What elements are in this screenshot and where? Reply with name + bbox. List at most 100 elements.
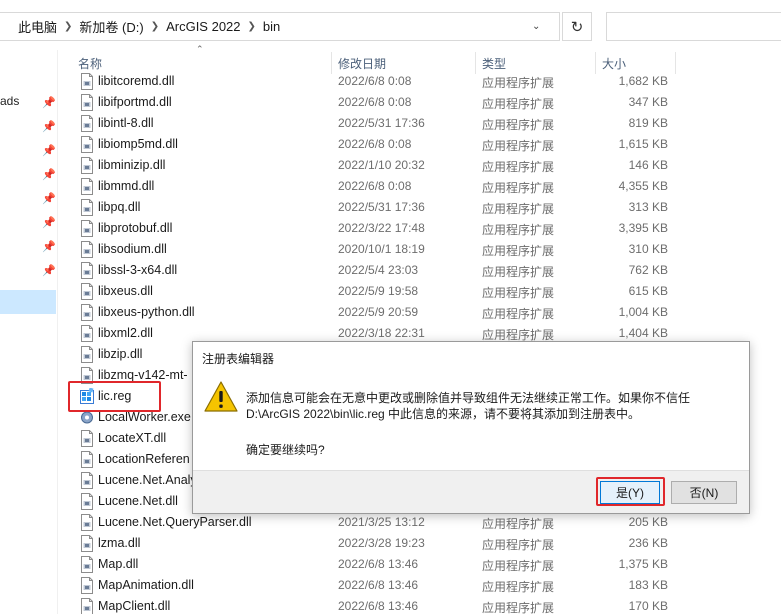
refresh-button[interactable]: ↻	[562, 12, 592, 41]
file-row[interactable]: libminizip.dll 2022/1/10 20:32 应用程序扩展 146 K…	[76, 155, 781, 176]
file-modified-date: 2021/3/25 13:12	[338, 515, 425, 529]
file-row[interactable]: Lucene.Net.QueryParser.dll 2021/3/25 13:1…	[76, 512, 781, 533]
dll-icon	[81, 178, 93, 195]
file-name: Lucene.Net.QueryParser.dll	[98, 515, 252, 529]
file-type: 应用程序扩展	[482, 118, 555, 132]
file-modified-date: 2022/6/8 0:08	[338, 137, 412, 151]
dll-icon	[81, 577, 93, 594]
file-name: libsodium.dll	[98, 242, 167, 256]
file-name: libitcoremd.dll	[98, 74, 175, 88]
file-size: 1,615 KB	[618, 137, 668, 151]
file-type: 应用程序扩展	[482, 160, 555, 174]
file-modified-date: 2022/6/8 0:08	[338, 95, 412, 109]
file-size: 236 KB	[628, 536, 668, 550]
nav-item-label[interactable]: ads	[0, 94, 19, 108]
file-name: libxeus-python.dll	[98, 305, 195, 319]
file-row[interactable]: libxeus.dll 2022/5/9 19:58 应用程序扩展 615 KB	[76, 281, 781, 302]
file-row[interactable]: libprotobuf.dll 2022/3/22 17:48 应用程序扩展 3,39…	[76, 218, 781, 239]
file-type: 应用程序扩展	[482, 559, 555, 573]
dialog-footer: 是(Y) 否(N)	[193, 470, 749, 513]
chevron-right-icon[interactable]: ❯	[64, 21, 72, 32]
chevron-right-icon[interactable]: ❯	[151, 21, 159, 32]
file-size: 1,404 KB	[618, 326, 668, 340]
file-type: 应用程序扩展	[482, 223, 555, 237]
file-name: libifportmd.dll	[98, 95, 172, 109]
dll-icon	[81, 262, 93, 279]
file-type: 应用程序扩展	[482, 580, 555, 594]
dll-icon	[81, 94, 93, 111]
dll-icon	[81, 73, 93, 90]
file-name: libzmq-v142-mt-	[98, 368, 188, 382]
pane-divider[interactable]	[57, 50, 58, 614]
pin-icon[interactable]: 📌	[42, 216, 56, 229]
file-modified-date: 2022/6/8 13:46	[338, 599, 419, 613]
dll-icon	[81, 241, 93, 258]
chevron-right-icon[interactable]: ❯	[248, 21, 256, 32]
file-type: 应用程序扩展	[482, 601, 555, 614]
file-name: Lucene.Net.dll	[98, 494, 178, 508]
file-row[interactable]: MapAnimation.dll 2022/6/8 13:46 应用程序扩展 183 …	[76, 575, 781, 596]
dialog-message-line2: D:\ArcGIS 2022\bin\lic.reg 中此信息的来源，请不要将其…	[246, 407, 641, 421]
file-size: 762 KB	[628, 263, 668, 277]
file-row[interactable]: libssl-3-x64.dll 2022/5/4 23:03 应用程序扩展 762 …	[76, 260, 781, 281]
file-size: 347 KB	[628, 95, 668, 109]
address-bar[interactable]: 此电脑 ❯ 新加卷 (D:) ❯ ArcGIS 2022 ❯ bin ⌄	[0, 12, 560, 41]
annotation-highlight-yes-button	[596, 477, 665, 506]
file-type: 应用程序扩展	[482, 307, 555, 321]
file-name: libxeus.dll	[98, 284, 153, 298]
file-row[interactable]: MapClient.dll 2022/6/8 13:46 应用程序扩展 170 KB	[76, 596, 781, 614]
file-row[interactable]: libiomp5md.dll 2022/6/8 0:08 应用程序扩展 1,615 K…	[76, 134, 781, 155]
file-modified-date: 2020/10/1 18:19	[338, 242, 425, 256]
file-modified-date: 2022/3/28 19:23	[338, 536, 425, 550]
warning-icon	[204, 381, 238, 412]
file-row[interactable]: libxeus-python.dll 2022/5/9 20:59 应用程序扩展 1,…	[76, 302, 781, 323]
pin-icon[interactable]: 📌	[42, 264, 56, 277]
dll-icon	[81, 346, 93, 363]
file-row[interactable]: libintl-8.dll 2022/5/31 17:36 应用程序扩展 819 KB	[76, 113, 781, 134]
dll-icon	[81, 115, 93, 132]
file-type: 应用程序扩展	[482, 181, 555, 195]
file-type: 应用程序扩展	[482, 139, 555, 153]
file-size: 819 KB	[628, 116, 668, 130]
file-name: libiomp5md.dll	[98, 137, 178, 151]
breadcrumb-drive-d[interactable]: 新加卷 (D:)	[79, 17, 143, 36]
file-name: LocateXT.dll	[98, 431, 167, 445]
file-size: 146 KB	[628, 158, 668, 172]
file-size: 183 KB	[628, 578, 668, 592]
pin-icon[interactable]: 📌	[42, 240, 56, 253]
pin-icon[interactable]: 📌	[42, 120, 56, 133]
file-row[interactable]: libifportmd.dll 2022/6/8 0:08 应用程序扩展 347 KB	[76, 92, 781, 113]
file-modified-date: 2022/5/31 17:36	[338, 200, 425, 214]
no-button[interactable]: 否(N)	[671, 481, 737, 504]
file-row[interactable]: libitcoremd.dll 2022/6/8 0:08 应用程序扩展 1,682 …	[76, 71, 781, 92]
pin-icon[interactable]: 📌	[42, 144, 56, 157]
file-row[interactable]: libsodium.dll 2020/10/1 18:19 应用程序扩展 310 KB	[76, 239, 781, 260]
nav-selected-item[interactable]	[0, 290, 56, 314]
file-type: 应用程序扩展	[482, 538, 555, 552]
pin-icon[interactable]: 📌	[42, 192, 56, 205]
file-name: libzip.dll	[98, 347, 143, 361]
file-size: 3,395 KB	[618, 221, 668, 235]
file-modified-date: 2022/6/8 0:08	[338, 179, 412, 193]
breadcrumb-arcgis-2022[interactable]: ArcGIS 2022	[166, 19, 240, 34]
file-size: 1,682 KB	[618, 74, 668, 88]
file-row[interactable]: libpq.dll 2022/5/31 17:36 应用程序扩展 313 KB	[76, 197, 781, 218]
file-size: 310 KB	[628, 242, 668, 256]
breadcrumb-bin[interactable]: bin	[263, 19, 280, 34]
chevron-down-icon[interactable]: ⌄	[532, 21, 540, 32]
sort-ascending-icon: ⌃	[196, 44, 204, 54]
file-size: 205 KB	[628, 515, 668, 529]
breadcrumb-this-pc[interactable]: 此电脑	[18, 17, 57, 36]
file-row[interactable]: lzma.dll 2022/3/28 19:23 应用程序扩展 236 KB	[76, 533, 781, 554]
file-row[interactable]: libmmd.dll 2022/6/8 0:08 应用程序扩展 4,355 KB	[76, 176, 781, 197]
navigation-pane: ads 📌 📌 📌 📌 📌 📌 📌 📌	[0, 50, 58, 614]
search-input[interactable]	[606, 12, 781, 41]
file-modified-date: 2022/6/8 13:46	[338, 578, 419, 592]
pin-icon[interactable]: 📌	[42, 96, 56, 109]
pin-icon[interactable]: 📌	[42, 168, 56, 181]
dialog-confirm-question: 确定要继续吗?	[246, 443, 325, 457]
dll-icon	[81, 304, 93, 321]
file-row[interactable]: Map.dll 2022/6/8 13:46 应用程序扩展 1,375 KB	[76, 554, 781, 575]
dll-icon	[81, 430, 93, 447]
file-name: Map.dll	[98, 557, 139, 571]
